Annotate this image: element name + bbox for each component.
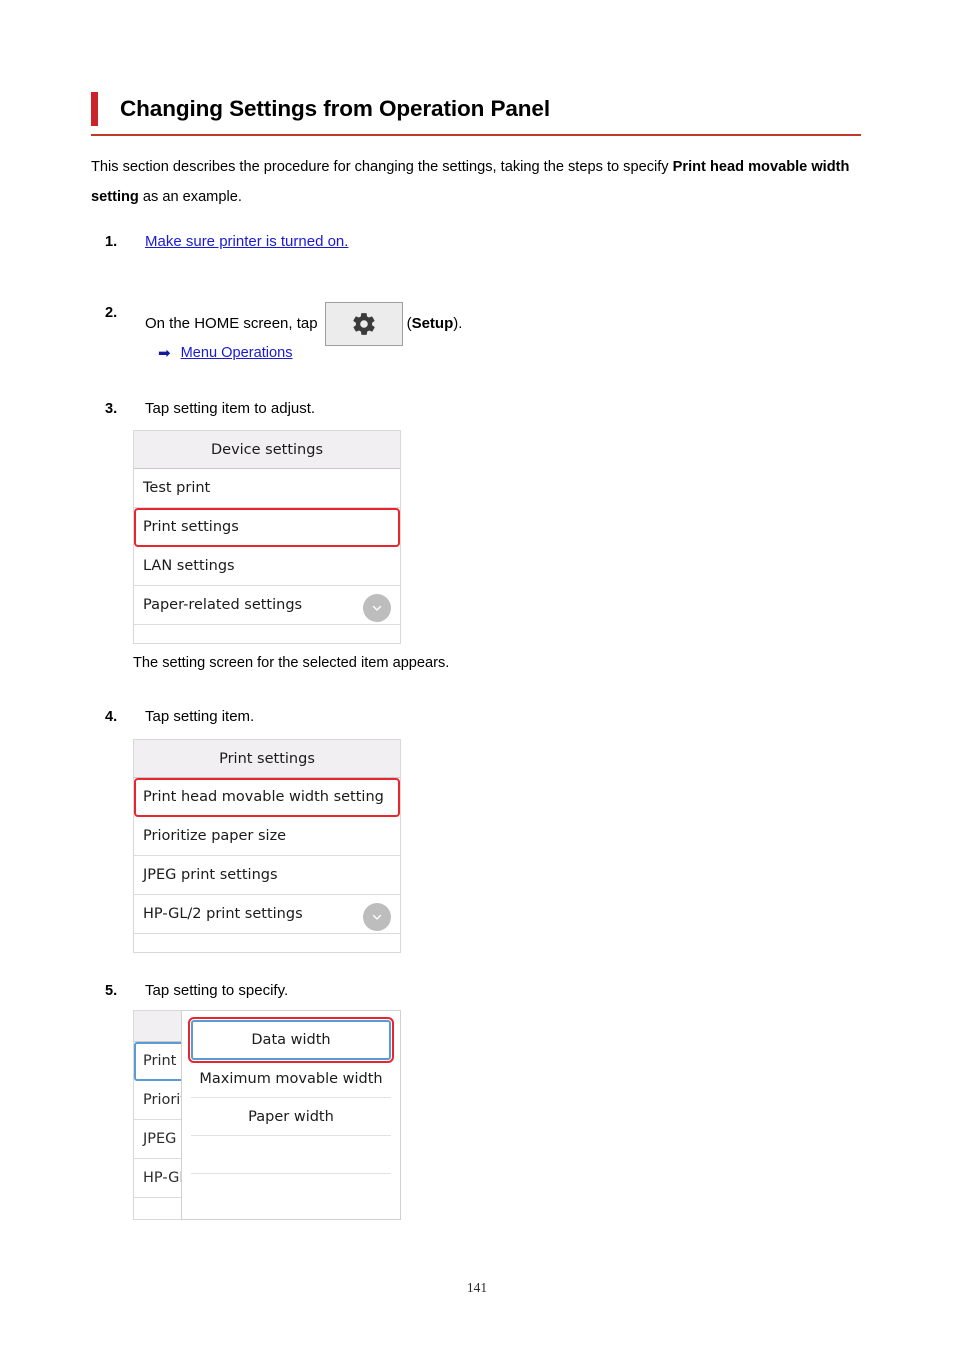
popup-option-paper-width[interactable]: Paper width [191, 1098, 391, 1136]
step-3-number: 3. [105, 401, 118, 417]
step-2-number: 2. [105, 305, 118, 321]
intro-text-part2: as an example. [138, 189, 242, 205]
intro-text-part1: This section describes the procedure for… [91, 159, 673, 175]
step-1-body: Make sure printer is turned on. [145, 233, 348, 250]
step-1: 1. Make sure printer is turned on. [105, 231, 805, 253]
popup-option-empty-2 [191, 1174, 391, 1212]
link-menu-operations[interactable]: Menu Operations [181, 345, 293, 361]
item-label: Print settings [143, 519, 239, 535]
print-settings-header: Print settings [134, 740, 400, 778]
step-4-body: Tap setting item. [145, 708, 255, 725]
step-2-paren-close: ). [453, 315, 463, 332]
item-label: HP-GL/2 print settings [143, 906, 303, 922]
item-label: Test print [143, 480, 211, 496]
document-page: Changing Settings from Operation Panel T… [0, 0, 954, 1350]
chevron-down-icon[interactable] [363, 903, 391, 931]
device-settings-header: Device settings [134, 431, 400, 469]
step-3-body: Tap setting item to adjust. [145, 400, 316, 417]
page-number: 141 [466, 1280, 488, 1295]
print-settings-item-jpeg-print-settings[interactable]: JPEG print settings [134, 856, 400, 895]
device-settings-item-print-settings[interactable]: Print settings [134, 508, 400, 547]
step-2: 2. On the HOME screen, tap (Setup). [105, 302, 805, 346]
step-5-number: 5. [105, 983, 118, 999]
step-5: 5. Tap setting to specify. [105, 980, 805, 1002]
popup-option-empty-1 [191, 1136, 391, 1174]
print-settings-item-print-head-movable-width-setting[interactable]: Print head movable width setting [134, 778, 400, 817]
page-title-block: Changing Settings from Operation Panel [91, 92, 861, 136]
step-1-number: 1. [105, 234, 118, 250]
print-settings-item-hpgl2-print-settings[interactable]: HP-GL/2 print settings [134, 895, 400, 934]
device-settings-list-tail [134, 625, 400, 643]
option-label: Paper width [248, 1108, 334, 1125]
popup-option-data-width[interactable]: Data width [188, 1017, 394, 1063]
option-label: Maximum movable width [199, 1070, 383, 1087]
step-2-setup-label: Setup [411, 315, 454, 332]
item-label: Paper-related settings [143, 597, 303, 613]
item-label: LAN settings [143, 558, 235, 574]
setup-gear-button[interactable] [324, 302, 403, 346]
option-label: Data width [251, 1032, 331, 1048]
item-label: Print head movable width setting [143, 789, 384, 805]
step-4-number: 4. [105, 709, 118, 725]
print-settings-item-prioritize-paper-size[interactable]: Prioritize paper size [134, 817, 400, 856]
movable-width-options-panel: Data width Maximum movable width Paper w… [181, 1010, 401, 1220]
chevron-down-icon[interactable] [363, 594, 391, 622]
title-row: Changing Settings from Operation Panel [91, 92, 861, 126]
step-5-body: Tap setting to specify. [145, 982, 289, 999]
device-settings-item-test-print[interactable]: Test print [134, 469, 400, 508]
gear-icon [351, 311, 377, 337]
step-2-body: On the HOME screen, tap (Setup). [145, 302, 462, 346]
print-settings-screen: Print settings Print head movable width … [133, 739, 401, 953]
movable-width-popup-screen: Print h Priorit JPEG HP-GL Data width Ma… [133, 1010, 401, 1220]
title-divider [91, 134, 861, 136]
step-4: 4. Tap setting item. [105, 706, 805, 728]
step-3-caption: The setting screen for the selected item… [133, 655, 450, 671]
popup-option-maximum-movable-width[interactable]: Maximum movable width [191, 1060, 391, 1098]
title-accent-bar [91, 92, 98, 126]
step-2-text-before: On the HOME screen, tap [145, 315, 318, 332]
device-settings-item-paper-related-settings[interactable]: Paper-related settings [134, 586, 400, 625]
intro-paragraph: This section describes the procedure for… [91, 152, 866, 212]
step-2-sublink-row: ➡ Menu Operations [158, 345, 293, 361]
item-label: JPEG print settings [143, 867, 278, 883]
link-make-sure-printer-on[interactable]: Make sure printer is turned on. [145, 233, 348, 250]
print-settings-list-tail [134, 934, 400, 952]
arrow-right-icon: ➡ [158, 344, 171, 362]
item-label: Prioritize paper size [143, 828, 287, 844]
page-title: Changing Settings from Operation Panel [120, 96, 550, 121]
device-settings-item-lan-settings[interactable]: LAN settings [134, 547, 400, 586]
step-3: 3. Tap setting item to adjust. [105, 398, 805, 420]
device-settings-screen: Device settings Test print Print setting… [133, 430, 401, 644]
